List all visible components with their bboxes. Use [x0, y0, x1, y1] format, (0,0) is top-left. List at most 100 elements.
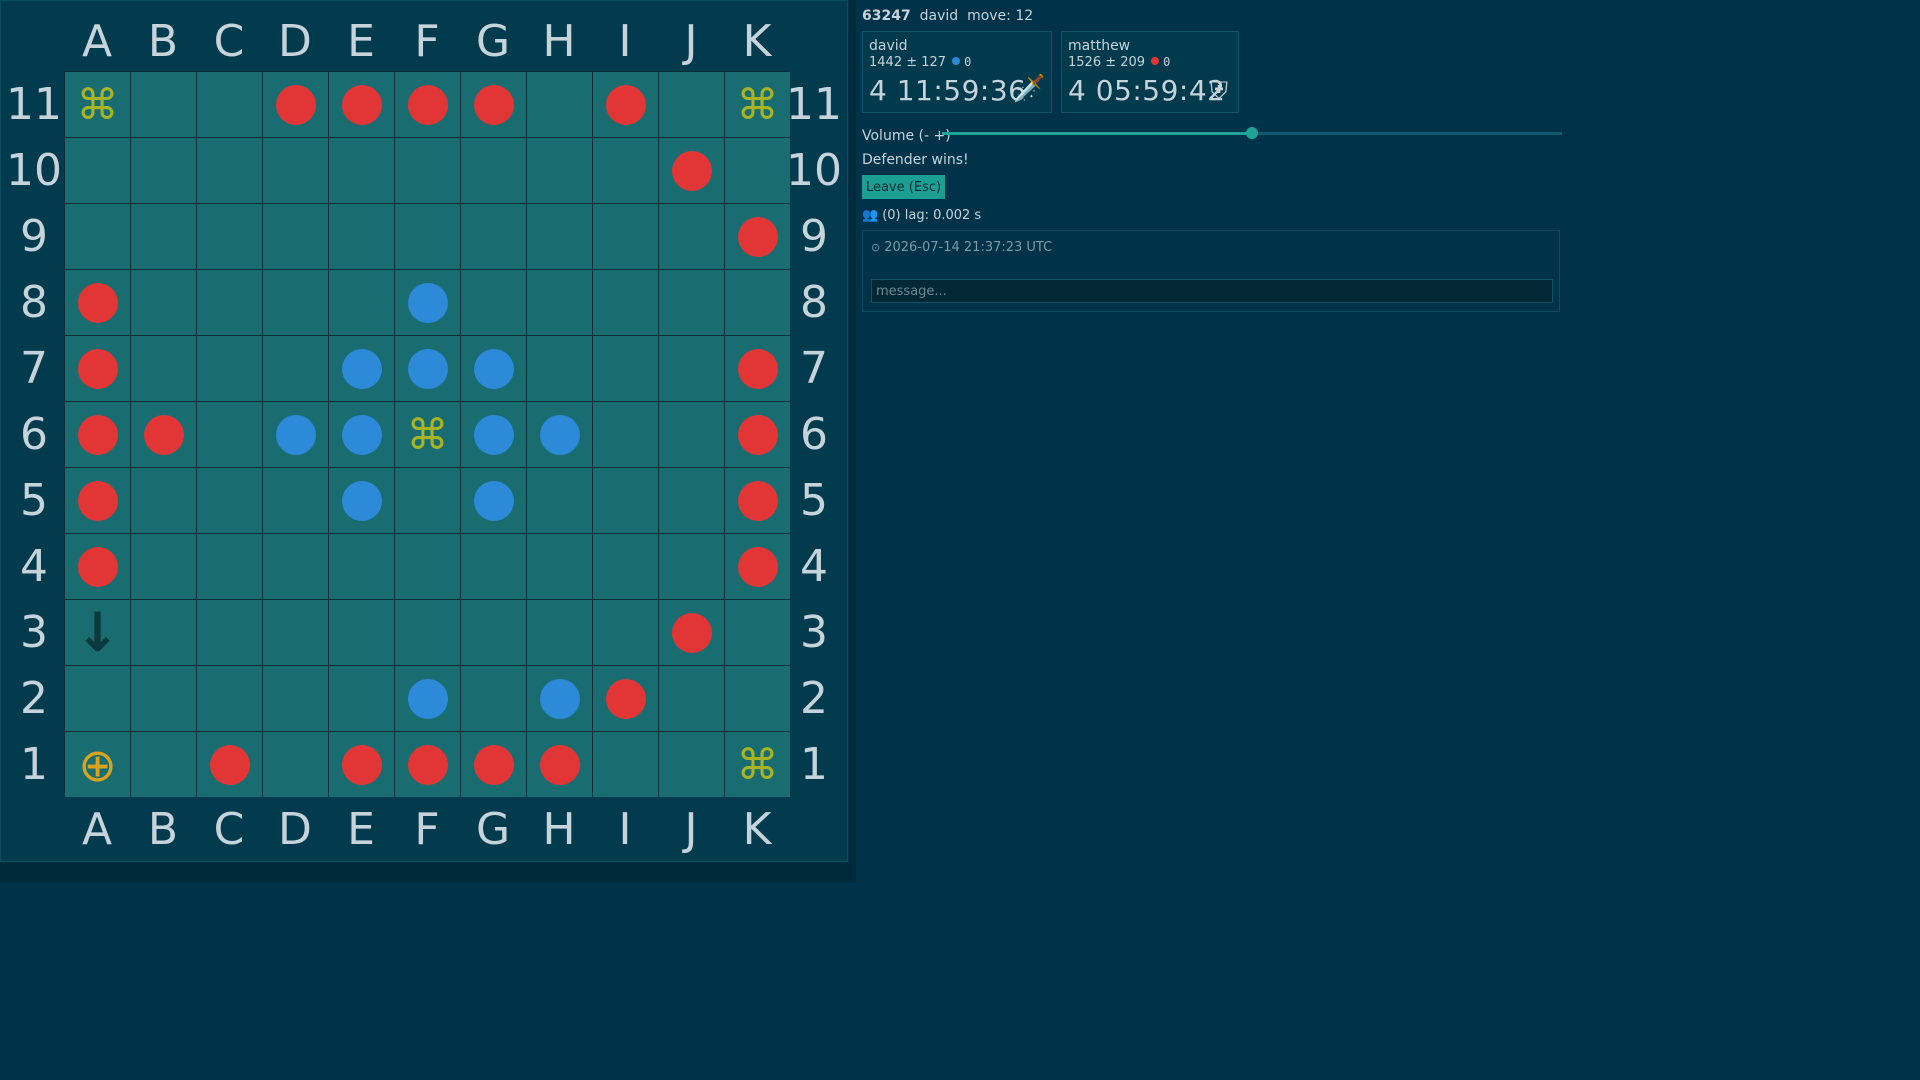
board-cell-j6[interactable]	[659, 402, 724, 467]
board-cell-b3[interactable]	[131, 600, 196, 665]
board-cell-i11[interactable]	[593, 72, 658, 137]
board-cell-i2[interactable]	[593, 666, 658, 731]
board-cell-a4[interactable]	[65, 534, 130, 599]
attacker-piece[interactable]	[737, 480, 778, 521]
attacker-piece[interactable]	[77, 348, 118, 389]
defender-piece[interactable]	[407, 282, 448, 323]
board-cell-j1[interactable]	[659, 732, 724, 797]
board-cell-h10[interactable]	[527, 138, 592, 203]
board-cell-e4[interactable]	[329, 534, 394, 599]
attacker-piece[interactable]	[737, 414, 778, 455]
board-cell-d3[interactable]	[263, 600, 328, 665]
attacker-piece[interactable]	[737, 348, 778, 389]
attacker-piece[interactable]	[275, 84, 316, 125]
attacker-piece[interactable]	[407, 744, 448, 785]
board-cell-a1[interactable]: ⊕	[65, 732, 130, 797]
board-cell-i1[interactable]	[593, 732, 658, 797]
board-cell-f8[interactable]	[395, 270, 460, 335]
board-cell-k3[interactable]	[725, 600, 790, 665]
board-cell-a5[interactable]	[65, 468, 130, 533]
board-cell-c4[interactable]	[197, 534, 262, 599]
attacker-piece[interactable]	[77, 480, 118, 521]
attacker-piece[interactable]	[143, 414, 184, 455]
board-cell-i9[interactable]	[593, 204, 658, 269]
board-cell-e2[interactable]	[329, 666, 394, 731]
attacker-piece[interactable]	[209, 744, 250, 785]
leave-button[interactable]: Leave (Esc)	[862, 175, 945, 199]
attacker-piece[interactable]	[671, 612, 712, 653]
board-cell-e9[interactable]	[329, 204, 394, 269]
board-cell-e3[interactable]	[329, 600, 394, 665]
board-cell-a10[interactable]	[65, 138, 130, 203]
board-cell-g2[interactable]	[461, 666, 526, 731]
board-cell-h2[interactable]	[527, 666, 592, 731]
board-cell-j5[interactable]	[659, 468, 724, 533]
defender-piece[interactable]	[341, 480, 382, 521]
board-cell-g4[interactable]	[461, 534, 526, 599]
board-cell-b9[interactable]	[131, 204, 196, 269]
board-cell-a6[interactable]	[65, 402, 130, 467]
attacker-piece[interactable]	[671, 150, 712, 191]
board-cell-a3[interactable]: ↓	[65, 600, 130, 665]
board-cell-h3[interactable]	[527, 600, 592, 665]
board-cell-f11[interactable]	[395, 72, 460, 137]
board-cell-b11[interactable]	[131, 72, 196, 137]
attacker-piece[interactable]	[341, 84, 382, 125]
board-cell-h7[interactable]	[527, 336, 592, 401]
board-cell-d10[interactable]	[263, 138, 328, 203]
defender-piece[interactable]	[407, 678, 448, 719]
board-cell-f7[interactable]	[395, 336, 460, 401]
board-cell-b5[interactable]	[131, 468, 196, 533]
attacker-piece[interactable]	[737, 546, 778, 587]
board-cell-i8[interactable]	[593, 270, 658, 335]
board-cell-b1[interactable]	[131, 732, 196, 797]
board-cell-k9[interactable]	[725, 204, 790, 269]
board-cell-d1[interactable]	[263, 732, 328, 797]
board-cell-g3[interactable]	[461, 600, 526, 665]
board-cell-f6[interactable]: ⌘	[395, 402, 460, 467]
board-cell-c11[interactable]	[197, 72, 262, 137]
defender-piece[interactable]	[275, 414, 316, 455]
board-cell-k1[interactable]: ⌘	[725, 732, 790, 797]
board-cell-j10[interactable]	[659, 138, 724, 203]
board-cell-c6[interactable]	[197, 402, 262, 467]
board-cell-e11[interactable]	[329, 72, 394, 137]
board-cell-g6[interactable]	[461, 402, 526, 467]
defender-piece[interactable]	[407, 348, 448, 389]
attacker-piece[interactable]	[605, 84, 646, 125]
game-board[interactable]: ⌘ ⌘ ⌘ ↓ ⊕ ⌘	[64, 71, 790, 797]
board-cell-h1[interactable]	[527, 732, 592, 797]
board-cell-j7[interactable]	[659, 336, 724, 401]
attacker-piece[interactable]	[605, 678, 646, 719]
king-crosshair-icon[interactable]: ⊕	[78, 742, 117, 788]
board-cell-f10[interactable]	[395, 138, 460, 203]
board-cell-j3[interactable]	[659, 600, 724, 665]
board-cell-k6[interactable]	[725, 402, 790, 467]
board-cell-a2[interactable]	[65, 666, 130, 731]
board-cell-k5[interactable]	[725, 468, 790, 533]
board-cell-c3[interactable]	[197, 600, 262, 665]
board-cell-d11[interactable]	[263, 72, 328, 137]
board-cell-f3[interactable]	[395, 600, 460, 665]
board-cell-j11[interactable]	[659, 72, 724, 137]
board-cell-e10[interactable]	[329, 138, 394, 203]
attacker-piece[interactable]	[473, 744, 514, 785]
board-cell-d6[interactable]	[263, 402, 328, 467]
board-cell-d2[interactable]	[263, 666, 328, 731]
board-cell-b7[interactable]	[131, 336, 196, 401]
attacker-piece[interactable]	[77, 546, 118, 587]
defender-piece[interactable]	[539, 414, 580, 455]
board-cell-h6[interactable]	[527, 402, 592, 467]
board-cell-k4[interactable]	[725, 534, 790, 599]
board-cell-h11[interactable]	[527, 72, 592, 137]
board-cell-i3[interactable]	[593, 600, 658, 665]
board-cell-f5[interactable]	[395, 468, 460, 533]
board-cell-j9[interactable]	[659, 204, 724, 269]
board-cell-a11[interactable]: ⌘	[65, 72, 130, 137]
volume-slider[interactable]	[942, 127, 1562, 139]
board-cell-g5[interactable]	[461, 468, 526, 533]
board-cell-f2[interactable]	[395, 666, 460, 731]
board-cell-i4[interactable]	[593, 534, 658, 599]
defender-piece[interactable]	[473, 348, 514, 389]
board-cell-h8[interactable]	[527, 270, 592, 335]
